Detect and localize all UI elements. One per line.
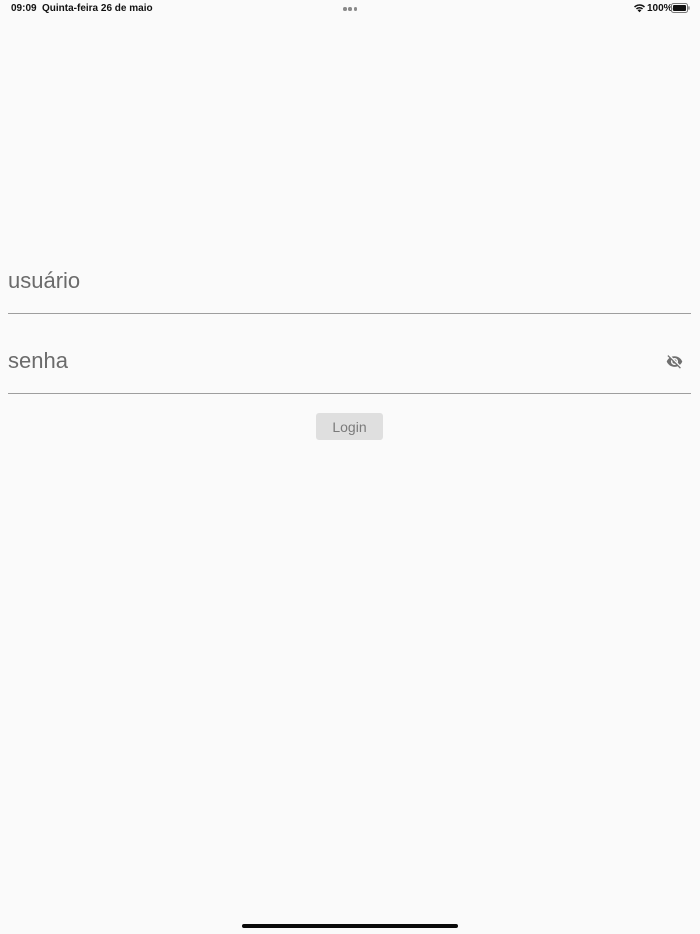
multitasking-dots-icon[interactable] bbox=[343, 7, 357, 11]
login-button[interactable]: Login bbox=[316, 413, 383, 440]
password-input[interactable] bbox=[8, 338, 648, 384]
battery-icon bbox=[671, 3, 690, 13]
password-field[interactable] bbox=[8, 338, 691, 394]
wifi-icon bbox=[634, 4, 645, 13]
home-indicator[interactable] bbox=[242, 924, 458, 928]
dot bbox=[343, 7, 347, 11]
status-bar: 09:09 Quinta-feira 26 de maio 100% bbox=[0, 0, 700, 18]
eye-off-icon[interactable] bbox=[666, 353, 683, 370]
dot bbox=[353, 7, 357, 11]
dot bbox=[348, 7, 352, 11]
username-input[interactable] bbox=[8, 258, 648, 304]
battery-percentage: 100% bbox=[647, 3, 673, 14]
username-field[interactable] bbox=[8, 258, 691, 314]
status-date: Quinta-feira 26 de maio bbox=[42, 3, 153, 14]
status-time: 09:09 bbox=[11, 3, 37, 14]
